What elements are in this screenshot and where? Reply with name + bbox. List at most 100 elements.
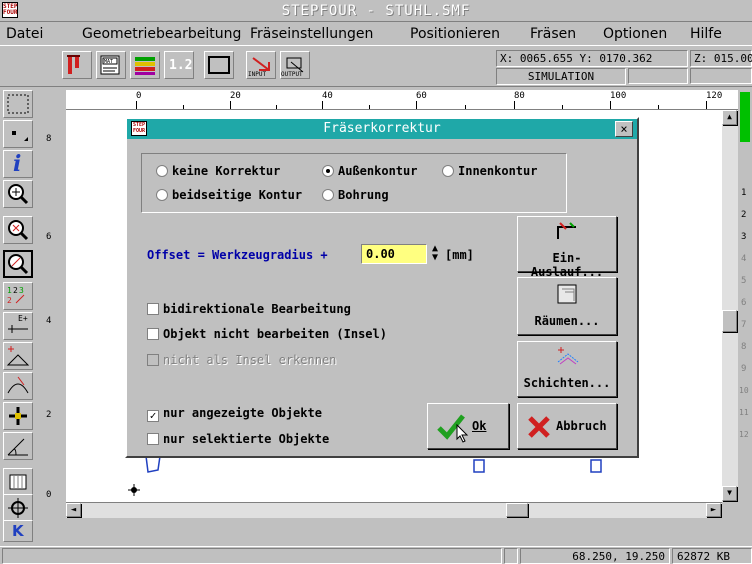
- layer-label[interactable]: 5: [741, 276, 746, 286]
- point-icon: [12, 131, 28, 141]
- numbering-button[interactable]: 1232: [3, 282, 33, 310]
- menu-geometriebearbeitung[interactable]: Geometriebearbeitung: [82, 26, 241, 42]
- abbruch-button[interactable]: Abbruch: [517, 403, 617, 449]
- check-nicht-als-insel: nicht als Insel erkennen: [147, 353, 336, 367]
- layer-label[interactable]: 8: [741, 342, 746, 352]
- menu-bar: Datei Geometriebearbeitung Fräseinstellu…: [0, 23, 752, 45]
- input-button[interactable]: INPUT: [246, 51, 276, 79]
- vruler-label: 4: [46, 316, 52, 326]
- menu-datei[interactable]: Datei: [6, 26, 43, 42]
- correction-mode-group: keine Korrektur Außenkontur Innenkontur …: [141, 153, 567, 213]
- scale-label: 1.2: [169, 58, 193, 73]
- check-label: nur angezeigte Objekte: [163, 406, 322, 420]
- scroll-down-button[interactable]: ▼: [722, 486, 737, 501]
- radio-innenkontur[interactable]: Innenkontur: [442, 164, 537, 178]
- spindle-icon: [67, 55, 80, 74]
- menu-hilfe[interactable]: Hilfe: [690, 26, 722, 42]
- k-button[interactable]: K: [3, 520, 33, 542]
- offset-unit: [mm]: [445, 248, 474, 262]
- zoom-area-button[interactable]: [3, 216, 33, 244]
- offset-input[interactable]: 0.00: [361, 244, 427, 264]
- dialog-title-bar: STEP FOUR Fräserkorrektur ×: [127, 119, 637, 139]
- scale-button[interactable]: 1.2: [164, 51, 194, 79]
- check-insel[interactable]: Objekt nicht bearbeiten (Insel): [147, 327, 387, 341]
- raeumen-button[interactable]: Räumen...: [517, 277, 617, 335]
- radio-keine-korrektur[interactable]: keine Korrektur: [156, 164, 280, 178]
- ruler-label: 80: [514, 91, 525, 101]
- move-button[interactable]: [3, 402, 33, 430]
- status-message: [2, 548, 502, 564]
- layer-label[interactable]: 3: [741, 232, 746, 242]
- angle-button[interactable]: [3, 432, 33, 460]
- menu-fraeseinstellungen[interactable]: Fräseinstellungen: [250, 26, 373, 42]
- check-selektierte-objekte[interactable]: nur selektierte Objekte: [147, 432, 329, 446]
- crosshair-button[interactable]: [3, 494, 33, 522]
- frame-button[interactable]: [204, 51, 234, 79]
- menu-optionen[interactable]: Optionen: [603, 26, 667, 42]
- vruler-label: 8: [46, 134, 52, 144]
- raeumen-label: Räumen...: [534, 314, 600, 328]
- add-contour-icon: [6, 346, 30, 366]
- scroll-right-button[interactable]: ►: [706, 503, 721, 517]
- grid-button[interactable]: [3, 468, 33, 496]
- dialog-app-icon: STEP FOUR: [131, 121, 147, 136]
- info-button[interactable]: i: [3, 150, 33, 178]
- layers-color-button[interactable]: [130, 51, 160, 79]
- layer-label[interactable]: 6: [741, 298, 746, 308]
- layer-label[interactable]: 2: [741, 210, 746, 220]
- horizontal-scrollbar[interactable]: ◄ ►: [66, 502, 722, 518]
- check-bidirektional[interactable]: bidirektionale Bearbeitung: [147, 302, 351, 316]
- title-bar: STEP FOUR STEPFOUR - STUHL.SMF: [0, 0, 752, 22]
- layer-label[interactable]: 9: [741, 364, 746, 374]
- svg-text:MAT: MAT: [104, 59, 113, 65]
- layer-label[interactable]: 7: [741, 320, 746, 330]
- check-label: Objekt nicht bearbeiten (Insel): [163, 327, 387, 341]
- material-button[interactable]: MAT: [96, 51, 126, 79]
- ruler-label: 0: [136, 91, 142, 101]
- checkbox: [147, 303, 159, 315]
- move-icon: [9, 407, 27, 425]
- zoom-fit-button[interactable]: [3, 250, 33, 278]
- tool-button[interactable]: [62, 51, 92, 79]
- memory-readout: 62872 KB: [672, 548, 752, 564]
- radio-beidseitige-kontur[interactable]: beidseitige Kontur: [156, 188, 302, 202]
- zoom-in-button[interactable]: [3, 180, 33, 208]
- layer-label[interactable]: 4: [741, 254, 746, 264]
- schichten-icon: [557, 347, 579, 365]
- svg-text:2: 2: [7, 296, 12, 305]
- select-frame-button[interactable]: [3, 90, 33, 118]
- start-point-button[interactable]: E+: [3, 312, 33, 340]
- add-contour-button[interactable]: [3, 342, 33, 370]
- vertical-scrollbar[interactable]: ▲ ▼: [722, 110, 738, 502]
- check-angezeigte-objekte[interactable]: ✓ nur angezeigte Objekte: [147, 406, 322, 422]
- toolbar: MAT 1.2 INPUT OUTPUT X: 0065.655 Y: 0170…: [0, 45, 752, 87]
- ein-auslauf-button[interactable]: Ein-Auslauf...: [517, 216, 617, 279]
- ein-auslauf-icon: [557, 222, 576, 239]
- schichten-button[interactable]: Schichten...: [517, 341, 617, 397]
- arc-button[interactable]: [3, 372, 33, 400]
- zoom-fit-icon: [8, 254, 29, 275]
- radio-aussenkontur[interactable]: Außenkontur: [322, 164, 417, 178]
- svg-text:3: 3: [19, 286, 24, 295]
- radio-circle: [442, 165, 454, 177]
- close-button[interactable]: ×: [615, 121, 633, 137]
- scroll-up-button[interactable]: ▲: [722, 110, 737, 125]
- check-label: bidirektionale Bearbeitung: [163, 302, 351, 316]
- layer-label[interactable]: 12: [739, 430, 749, 439]
- point-button[interactable]: [3, 120, 33, 148]
- radio-label: Bohrung: [338, 188, 389, 202]
- menu-positionieren[interactable]: Positionieren: [410, 26, 500, 42]
- layer-label[interactable]: 1: [741, 188, 746, 198]
- layer-label[interactable]: 11: [739, 408, 749, 417]
- scroll-left-button[interactable]: ◄: [66, 503, 81, 517]
- select-frame-icon: [7, 94, 29, 114]
- menu-fraesen[interactable]: Fräsen: [530, 26, 576, 42]
- grid-icon: [9, 474, 27, 490]
- scroll-thumb[interactable]: [722, 310, 737, 332]
- output-button[interactable]: OUTPUT: [280, 51, 310, 79]
- radio-circle: [322, 165, 334, 177]
- hscroll-thumb[interactable]: [506, 503, 528, 517]
- layer-label[interactable]: 10: [739, 386, 749, 395]
- offset-stepper[interactable]: ▲ ▼: [429, 244, 441, 264]
- radio-bohrung[interactable]: Bohrung: [322, 188, 389, 202]
